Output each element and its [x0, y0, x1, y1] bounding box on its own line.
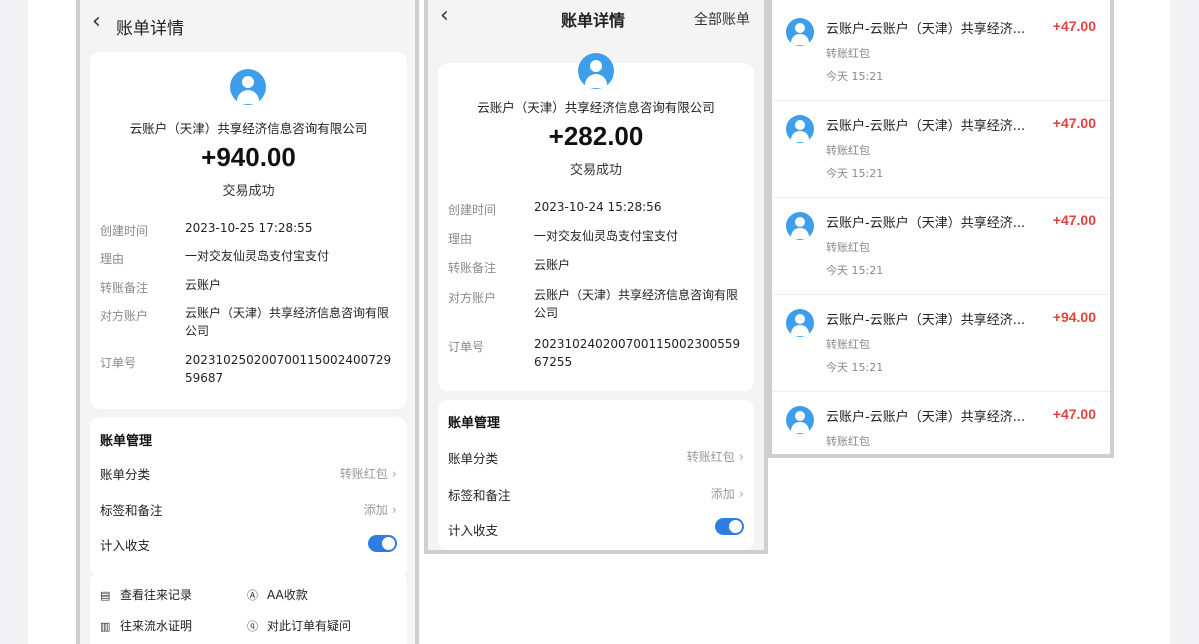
counterparty-name: 云账户（天津）共享经济信息咨询有限公司 [477, 100, 715, 115]
item-amount: +47.00 [1052, 18, 1096, 34]
record-icon: ▤ [100, 589, 111, 602]
bill-management-card: 账单管理 账单分类 转账红包 › 标签和备注 添加 › 计入收支 [438, 400, 754, 550]
chevron-right-icon: › [738, 487, 744, 502]
item-category: 转账红包 [826, 435, 870, 448]
item-time: 今天 15:21 [826, 361, 884, 374]
category-value[interactable]: 转账红包 › [687, 448, 744, 465]
transfer-note-value: 云账户 [534, 258, 571, 272]
flow-proof-link[interactable]: ▥ 往来流水证明 [100, 617, 192, 634]
tags-label: 标签和备注 [100, 503, 163, 518]
transfer-note-label: 转账备注 [100, 281, 149, 295]
order-number-value: 20231025020070011500240072959687 [185, 353, 392, 385]
chevron-right-icon: › [391, 503, 397, 518]
income-label: 计入收支 [100, 538, 151, 553]
avatar-icon [786, 406, 814, 434]
bill-management-card: 账单管理 账单分类 转账红包 › 标签和备注 添加 › 计入收支 [90, 417, 407, 577]
reason-label: 理由 [100, 252, 125, 266]
counterparty-account-value: 云账户（天津）共享经济信息咨询有限公司 [185, 306, 390, 338]
item-amount: +47.00 [1052, 115, 1096, 131]
header: ‹ 账单详情 全部账单 [428, 3, 764, 44]
created-time-value: 2023-10-25 17:28:55 [185, 221, 313, 235]
bill-detail-panel-2: ‹ 账单详情 全部账单 云账户（天津）共享经济信息咨询有限公司 +282.00 … [424, 0, 768, 554]
avatar-icon [786, 309, 814, 337]
item-title: 云账户-云账户（天津）共享经济... [826, 22, 1026, 37]
bill-summary-card: 云账户（天津）共享经济信息咨询有限公司 +940.00 交易成功 创建时间 20… [90, 52, 407, 409]
transaction-status: 交易成功 [569, 163, 622, 178]
aa-icon: Ⓐ [247, 589, 258, 602]
order-number-value: 20231024020070011500230055967255 [534, 337, 741, 369]
counterparty-name: 云账户（天津）共享经济信息咨询有限公司 [129, 121, 368, 136]
bill-summary-card: 云账户（天津）共享经济信息咨询有限公司 +282.00 交易成功 创建时间 20… [438, 53, 754, 391]
transfer-note-value: 云账户 [185, 278, 222, 292]
reason-label: 理由 [448, 232, 473, 246]
category-label: 账单分类 [448, 451, 499, 466]
item-amount: +94.00 [1052, 309, 1096, 325]
amount: +940.00 [201, 142, 296, 172]
list-item[interactable]: 云账户-云账户（天津）共享经济... +47.00 转账红包 今天 15:21 [772, 198, 1110, 295]
item-category: 转账红包 [826, 241, 870, 254]
page-title: 账单详情 [116, 19, 184, 39]
header: ‹ 账单详情 [80, 4, 415, 44]
question-icon: ⓠ [247, 620, 258, 633]
category-value[interactable]: 转账红包 › [340, 465, 397, 482]
item-title: 云账户-云账户（天津）共享经济... [826, 216, 1026, 231]
income-toggle[interactable] [368, 535, 397, 552]
bill-list-panel: 云账户-云账户（天津）共享经济... +47.00 转账红包 今天 15:21 … [768, 0, 1114, 458]
order-number-label: 订单号 [100, 356, 137, 370]
back-arrow-icon[interactable]: ‹ [92, 9, 101, 34]
created-time-value: 2023-10-24 15:28:56 [534, 200, 662, 214]
item-time: 今天 15:21 [826, 167, 884, 180]
item-title: 云账户-云账户（天津）共享经济... [826, 313, 1026, 328]
item-time: 今天 15:21 [826, 264, 884, 277]
counterparty-account-label: 对方账户 [100, 309, 149, 323]
transaction-status: 交易成功 [222, 184, 275, 199]
income-toggle[interactable] [715, 518, 744, 535]
list-item[interactable]: 云账户-云账户（天津）共享经济... +47.00 转账红包 今天 15:21 [772, 101, 1110, 198]
page-title: 账单详情 [561, 11, 626, 30]
avatar-icon [578, 53, 614, 89]
all-bills-link[interactable]: 全部账单 [694, 9, 750, 29]
bill-management-title: 账单管理 [100, 434, 153, 449]
bill-management-title: 账单管理 [448, 416, 501, 431]
document-icon: ▥ [100, 620, 111, 633]
created-time-label: 创建时间 [448, 203, 497, 217]
view-history-link[interactable]: ▤ 查看往来记录 [100, 586, 192, 603]
list-item[interactable]: 云账户-云账户（天津）共享经济... +94.00 转账红包 今天 15:21 [772, 295, 1110, 392]
item-title: 云账户-云账户（天津）共享经济... [826, 119, 1026, 134]
order-number-label: 订单号 [448, 340, 485, 354]
item-title: 云账户-云账户（天津）共享经济... [826, 410, 1026, 425]
aa-collect-link[interactable]: Ⓐ AA收款 [247, 586, 308, 603]
item-time: 今天 15:21 [826, 70, 884, 83]
counterparty-account-value: 云账户（天津）共享经济信息咨询有限公司 [534, 288, 739, 320]
chevron-right-icon: › [391, 467, 397, 482]
back-arrow-icon[interactable]: ‹ [440, 3, 449, 28]
tags-add[interactable]: 添加 › [364, 501, 397, 518]
links-card: ▤ 查看往来记录 Ⓐ AA收款 ▥ 往来流水证明 ⓠ 对此订单有疑问 [90, 572, 407, 644]
created-time-label: 创建时间 [100, 224, 149, 238]
transfer-note-label: 转账备注 [448, 261, 497, 275]
item-category: 转账红包 [826, 338, 870, 351]
item-amount: +47.00 [1052, 406, 1096, 422]
item-category: 转账红包 [826, 144, 870, 157]
item-category: 转账红包 [826, 47, 870, 60]
tags-add[interactable]: 添加 › [711, 485, 744, 502]
avatar-icon [786, 18, 814, 46]
category-label: 账单分类 [100, 467, 151, 482]
list-item[interactable]: 云账户-云账户（天津）共享经济... +47.00 转账红包 [772, 392, 1110, 454]
bill-detail-panel-1: ‹ 账单详情 云账户（天津）共享经济信息咨询有限公司 +940.00 交易成功 … [76, 0, 419, 644]
tags-label: 标签和备注 [448, 488, 511, 503]
reason-value: 一对交友仙灵岛支付宝支付 [534, 229, 679, 243]
order-question-link[interactable]: ⓠ 对此订单有疑问 [247, 617, 351, 634]
counterparty-account-label: 对方账户 [448, 291, 497, 305]
income-label: 计入收支 [448, 523, 499, 538]
chevron-right-icon: › [738, 450, 744, 465]
avatar-icon [230, 69, 266, 105]
list-item[interactable]: 云账户-云账户（天津）共享经济... +47.00 转账红包 今天 15:21 [772, 4, 1110, 101]
amount: +282.00 [548, 121, 644, 151]
avatar-icon [786, 212, 814, 240]
item-amount: +47.00 [1052, 212, 1096, 228]
avatar-icon [786, 115, 814, 143]
reason-value: 一对交友仙灵岛支付宝支付 [185, 249, 330, 263]
